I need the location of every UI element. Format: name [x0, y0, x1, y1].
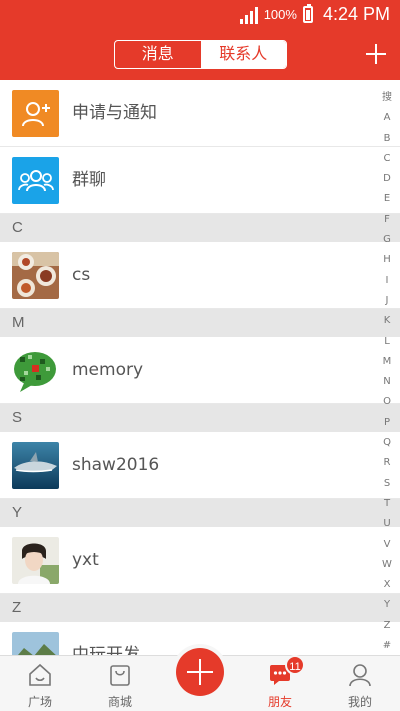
- index-letter[interactable]: F: [384, 210, 390, 230]
- tab-square[interactable]: 广场: [0, 656, 80, 711]
- avatar: [12, 347, 59, 394]
- list-item-label: 申请与通知: [72, 103, 157, 123]
- list-item-notifications[interactable]: 申请与通知: [0, 80, 400, 147]
- index-letter[interactable]: R: [384, 453, 391, 473]
- index-letter[interactable]: C: [384, 149, 391, 169]
- index-letter[interactable]: B: [384, 129, 391, 149]
- list-item-group-chat[interactable]: 群聊: [0, 147, 400, 214]
- index-letter[interactable]: Z: [384, 616, 391, 636]
- section-header-m: M: [0, 309, 400, 337]
- contact-name: yxt: [72, 550, 99, 570]
- tab-mall[interactable]: 商城: [80, 656, 160, 711]
- index-letter[interactable]: P: [384, 413, 390, 433]
- publish-button-wrap: [172, 644, 228, 700]
- status-bar: 100% 4:24 PM: [0, 0, 400, 30]
- alphabet-index[interactable]: 搜 A B C D E F G H I J K L M N O P Q R S …: [380, 88, 394, 656]
- index-letter[interactable]: Y: [384, 595, 390, 615]
- add-button[interactable]: [364, 42, 388, 66]
- tab-contacts[interactable]: 联系人: [200, 41, 286, 68]
- index-letter[interactable]: N: [383, 372, 390, 392]
- unread-badge: 11: [285, 655, 305, 675]
- add-user-icon: [12, 90, 59, 137]
- index-letter[interactable]: D: [383, 169, 391, 189]
- bottom-tab-bar: 广场 商城 11 朋友 我的: [0, 644, 400, 711]
- index-letter[interactable]: T: [384, 494, 390, 514]
- tab-label: 朋友: [267, 695, 292, 709]
- clock: 4:24 PM: [322, 4, 390, 24]
- index-letter[interactable]: W: [382, 555, 392, 575]
- contact-name: cs: [72, 265, 91, 285]
- avatar: [12, 537, 59, 584]
- group-icon: [12, 157, 59, 204]
- shop-icon: [110, 665, 130, 686]
- home-icon: [29, 663, 51, 686]
- section-header-c: C: [0, 214, 400, 242]
- index-letter[interactable]: J: [386, 291, 389, 311]
- tab-friends[interactable]: 11 朋友: [240, 655, 320, 711]
- tab-label: 商城: [107, 695, 132, 709]
- signal-icon: [239, 6, 258, 24]
- contact-name: memory: [72, 360, 144, 380]
- index-letter[interactable]: M: [383, 352, 392, 372]
- battery-icon: [302, 4, 313, 23]
- index-letter[interactable]: 搜: [382, 88, 392, 108]
- index-letter[interactable]: A: [384, 108, 391, 128]
- index-letter[interactable]: V: [384, 535, 391, 555]
- index-letter[interactable]: O: [383, 392, 391, 412]
- contact-row-memory[interactable]: memory: [0, 337, 400, 404]
- contact-name: 中玩开发: [72, 645, 140, 655]
- contact-row-yxt[interactable]: yxt: [0, 527, 400, 594]
- person-icon: [349, 664, 371, 687]
- app-bar: 消息 联系人: [0, 30, 400, 80]
- contact-name: shaw2016: [72, 455, 160, 475]
- index-letter[interactable]: U: [383, 514, 390, 534]
- segmented-tabs: 消息 联系人: [114, 40, 287, 69]
- list-item-label: 群聊: [72, 170, 106, 190]
- index-letter[interactable]: H: [383, 250, 391, 270]
- tab-messages[interactable]: 消息: [115, 41, 201, 68]
- contact-row-shaw2016[interactable]: shaw2016: [0, 432, 400, 499]
- index-letter[interactable]: E: [384, 189, 390, 209]
- index-letter[interactable]: #: [383, 636, 391, 656]
- avatar: [12, 252, 59, 299]
- tab-me[interactable]: 我的: [320, 656, 400, 711]
- contact-row-cs[interactable]: cs: [0, 242, 400, 309]
- tab-label: 我的: [347, 695, 372, 709]
- section-header-s: S: [0, 404, 400, 432]
- index-letter[interactable]: S: [384, 474, 390, 494]
- index-letter[interactable]: I: [386, 271, 389, 291]
- index-letter[interactable]: K: [384, 311, 391, 331]
- section-header-y: Y: [0, 499, 400, 527]
- avatar: [12, 442, 59, 489]
- index-letter[interactable]: L: [384, 332, 390, 352]
- index-letter[interactable]: Q: [383, 433, 391, 453]
- battery-percent: 100%: [263, 7, 297, 22]
- avatar: [12, 632, 59, 655]
- index-letter[interactable]: G: [383, 230, 391, 250]
- index-letter[interactable]: X: [384, 575, 391, 595]
- section-header-z: Z: [0, 594, 400, 622]
- tab-label: 广场: [27, 695, 52, 709]
- contact-list[interactable]: 申请与通知 群聊 C cs M memory S shaw2016 Y yxt …: [0, 80, 400, 655]
- publish-button[interactable]: [176, 648, 224, 696]
